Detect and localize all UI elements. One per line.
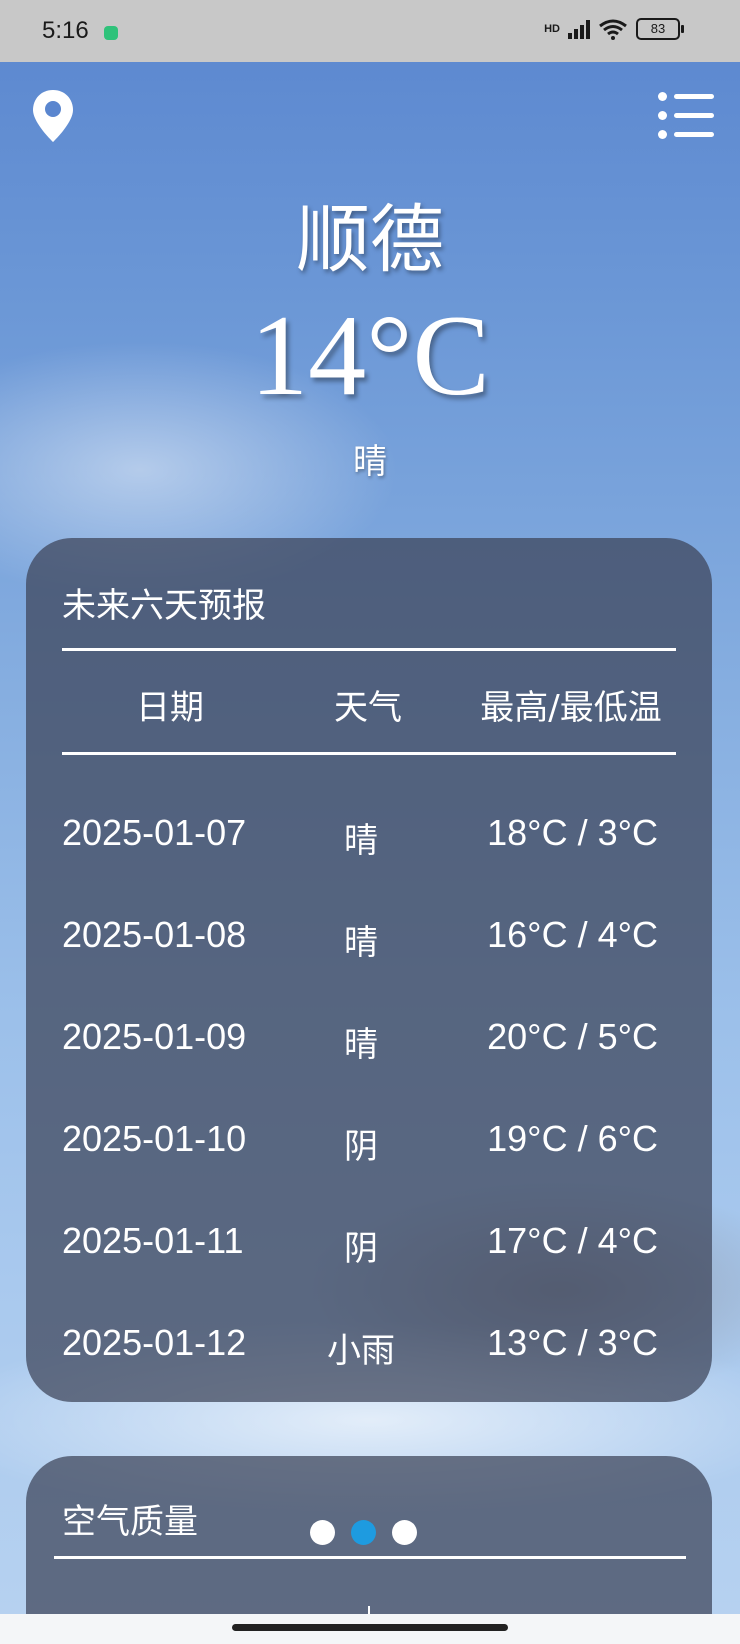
list-menu-icon[interactable] <box>656 88 716 144</box>
page-dot[interactable] <box>310 1520 335 1545</box>
cellular-signal-icon <box>568 19 590 39</box>
location-pin-icon[interactable] <box>30 88 76 144</box>
header-weather: 天气 <box>334 688 402 728</box>
header-temps: 最高/最低温 <box>480 688 662 728</box>
row-weather: 晴 <box>344 821 378 861</box>
row-date: 2025-01-10 <box>62 1118 247 1159</box>
row-weather: 晴 <box>344 1025 378 1065</box>
navigation-bar <box>0 1614 740 1644</box>
row-temps: 13°C / 3°C <box>487 1322 658 1363</box>
forecast-title: 未来六天预报 <box>62 586 266 626</box>
city-name: 顺德 <box>296 197 444 283</box>
home-indicator[interactable] <box>232 1624 508 1631</box>
row-temps: 16°C / 4°C <box>487 914 658 955</box>
divider <box>62 752 676 755</box>
row-date: 2025-01-11 <box>62 1220 244 1261</box>
header-date: 日期 <box>136 688 204 728</box>
hd-indicator: HD <box>544 23 560 35</box>
status-time: 5:16 <box>42 17 89 44</box>
forecast-card: 未来六天预报 <box>26 538 712 1402</box>
page-dot[interactable] <box>392 1520 417 1545</box>
status-bar: 5:16 HD 83 <box>0 0 740 62</box>
row-temps: 17°C / 4°C <box>487 1220 658 1261</box>
divider <box>54 1556 686 1559</box>
status-indicators: HD 83 <box>544 18 684 40</box>
battery-icon: 83 <box>636 18 684 40</box>
page-indicator[interactable] <box>310 1520 417 1545</box>
row-date: 2025-01-09 <box>62 1016 247 1057</box>
current-temperature: 14°C <box>250 292 490 420</box>
page-dot-active[interactable] <box>351 1520 376 1545</box>
row-temps: 18°C / 3°C <box>487 812 658 853</box>
row-weather: 晴 <box>344 923 378 963</box>
air-quality-title: 空气质量 <box>62 1502 198 1542</box>
row-date: 2025-01-07 <box>62 812 247 853</box>
wifi-icon <box>599 19 627 40</box>
row-temps: 20°C / 5°C <box>487 1016 658 1057</box>
current-condition: 晴 <box>353 442 387 482</box>
divider <box>62 648 676 651</box>
row-weather: 阴 <box>344 1229 378 1269</box>
row-weather: 阴 <box>344 1127 378 1167</box>
row-date: 2025-01-08 <box>62 914 247 955</box>
row-weather: 小雨 <box>327 1331 395 1371</box>
notification-app-icon <box>104 26 118 40</box>
row-temps: 19°C / 6°C <box>487 1118 658 1159</box>
row-date: 2025-01-12 <box>62 1322 247 1363</box>
weather-screen: 5:16 HD 83 顺德 14°C 晴 未来六天预报 日期 天气 最高/最低温… <box>0 0 740 1644</box>
